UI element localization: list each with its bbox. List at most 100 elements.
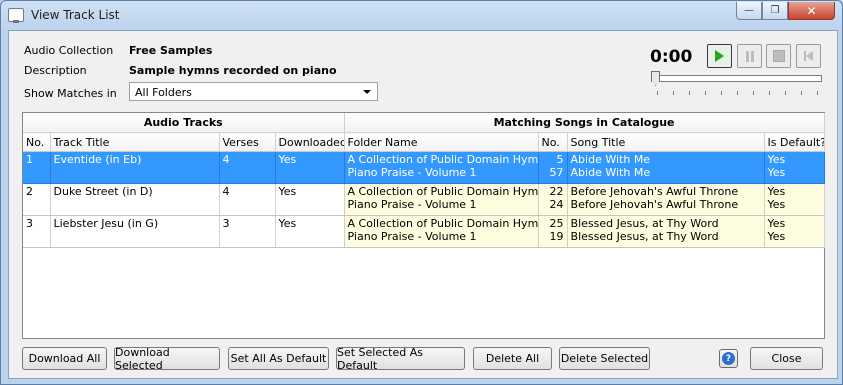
track-title: Liebster Jesu (in G) xyxy=(50,215,220,248)
position-slider-thumb[interactable] xyxy=(651,71,660,86)
song-title: Blessed Jesus, at Thy Word xyxy=(570,230,719,243)
audio-collection-label: Audio Collection xyxy=(24,44,114,57)
chevron-down-icon xyxy=(363,90,371,94)
song-titles: Before Jehovah's Awful Throne Before Jeho… xyxy=(567,183,765,216)
column-header-track-title[interactable]: Track Title xyxy=(50,132,220,152)
slider-ticks xyxy=(657,91,823,95)
app-icon xyxy=(8,8,24,23)
song-title: Before Jehovah's Awful Throne xyxy=(570,185,739,198)
track-downloaded: Yes xyxy=(275,183,345,216)
song-title: Blessed Jesus, at Thy Word xyxy=(570,217,719,230)
track-no: 3 xyxy=(23,215,51,248)
song-no: 57 xyxy=(549,166,564,179)
column-header-is-default[interactable]: Is Default? xyxy=(764,132,825,152)
window: View Track List — ❐ ✕ Audio Collection F… xyxy=(0,0,843,385)
folder-name: A Collection of Public Domain Hymns xyxy=(347,217,539,230)
default-flags: Yes Yes xyxy=(764,215,825,248)
table-row[interactable]: 1 Eventide (in Eb) 4 Yes A Collection of… xyxy=(23,151,825,184)
playback-time: 0:00 xyxy=(650,47,693,67)
download-selected-button[interactable]: Download Selected xyxy=(114,346,220,372)
audio-collection-value: Free Samples xyxy=(129,44,213,57)
help-icon: ? xyxy=(722,352,735,365)
song-title: Before Jehovah's Awful Throne xyxy=(570,198,739,211)
rewind-button[interactable] xyxy=(796,44,821,68)
group-header-audio-tracks: Audio Tracks xyxy=(23,113,345,133)
column-header-song-title[interactable]: Song Title xyxy=(567,132,765,152)
is-default: Yes xyxy=(767,217,786,230)
song-title: Abide With Me xyxy=(570,166,651,179)
set-all-default-button[interactable]: Set All As Default xyxy=(228,347,329,370)
dialog-body: Audio Collection Free Samples Descriptio… xyxy=(8,30,838,379)
track-no: 1 xyxy=(23,151,51,184)
close-button[interactable]: Close xyxy=(750,347,823,370)
folder-name: A Collection of Public Domain Hymns xyxy=(347,185,539,198)
maximize-button[interactable]: ❐ xyxy=(762,2,788,20)
stop-icon xyxy=(772,50,785,62)
track-downloaded: Yes xyxy=(275,215,345,248)
song-title: Abide With Me xyxy=(570,153,651,166)
is-default: Yes xyxy=(767,230,786,243)
position-slider[interactable] xyxy=(654,75,822,82)
play-button[interactable] xyxy=(707,44,732,68)
column-header-folder-name[interactable]: Folder Name xyxy=(344,132,539,152)
show-matches-dropdown[interactable]: All Folders xyxy=(129,82,378,101)
song-numbers: 25 19 xyxy=(538,215,568,248)
restore-icon: ❐ xyxy=(770,5,780,16)
description-value: Sample hymns recorded on piano xyxy=(129,64,337,77)
pause-icon xyxy=(745,50,754,62)
track-list-grid: Audio Tracks Matching Songs in Catalogue… xyxy=(22,112,825,339)
column-header-song-no[interactable]: No. xyxy=(538,132,568,152)
song-no: 22 xyxy=(549,185,564,198)
show-matches-value: All Folders xyxy=(135,86,192,99)
column-header-downloaded[interactable]: Downloaded? xyxy=(275,132,345,152)
table-row[interactable]: 3 Liebster Jesu (in G) 3 Yes A Collectio… xyxy=(23,215,825,248)
close-window-button[interactable]: ✕ xyxy=(788,2,835,20)
window-title: View Track List xyxy=(31,8,120,22)
group-header-matching-songs: Matching Songs in Catalogue xyxy=(344,113,825,133)
delete-selected-button[interactable]: Delete Selected xyxy=(559,347,650,370)
track-downloaded: Yes xyxy=(275,151,345,184)
title-bar[interactable]: View Track List — ❐ ✕ xyxy=(1,1,842,29)
track-verses: 3 xyxy=(219,215,276,248)
help-button[interactable]: ? xyxy=(719,349,738,368)
song-numbers: 5 57 xyxy=(538,151,568,184)
track-title: Duke Street (in D) xyxy=(50,183,220,216)
song-titles: Abide With Me Abide With Me xyxy=(567,151,765,184)
skip-back-icon xyxy=(804,51,813,61)
table-row[interactable]: 2 Duke Street (in D) 4 Yes A Collection … xyxy=(23,183,825,216)
song-no: 25 xyxy=(549,217,564,230)
is-default: Yes xyxy=(767,185,786,198)
is-default: Yes xyxy=(767,166,786,179)
show-matches-label: Show Matches in xyxy=(24,87,117,100)
song-numbers: 22 24 xyxy=(538,183,568,216)
pause-button[interactable] xyxy=(737,44,762,68)
close-icon: ✕ xyxy=(806,3,817,18)
is-default: Yes xyxy=(767,153,786,166)
download-all-button[interactable]: Download All xyxy=(22,347,107,370)
default-flags: Yes Yes xyxy=(764,151,825,184)
column-header-no[interactable]: No. xyxy=(23,132,51,152)
track-verses: 4 xyxy=(219,183,276,216)
folder-names: A Collection of Public Domain Hymns Piano… xyxy=(344,151,539,184)
set-selected-default-button[interactable]: Set Selected As Default xyxy=(336,346,465,372)
play-icon xyxy=(715,50,724,62)
song-no: 19 xyxy=(549,230,564,243)
minimize-icon: — xyxy=(744,5,754,16)
folder-name: Piano Praise - Volume 1 xyxy=(347,230,477,243)
delete-all-button[interactable]: Delete All xyxy=(473,347,552,370)
stop-button[interactable] xyxy=(766,44,791,68)
description-label: Description xyxy=(24,64,87,77)
folder-names: A Collection of Public Domain Hymns Piano… xyxy=(344,215,539,248)
track-title: Eventide (in Eb) xyxy=(50,151,220,184)
minimize-button[interactable]: — xyxy=(736,2,762,20)
song-no: 24 xyxy=(549,198,564,211)
is-default: Yes xyxy=(767,198,786,211)
folder-names: A Collection of Public Domain Hymns Piano… xyxy=(344,183,539,216)
default-flags: Yes Yes xyxy=(764,183,825,216)
folder-name: Piano Praise - Volume 1 xyxy=(347,166,477,179)
track-verses: 4 xyxy=(219,151,276,184)
song-no: 5 xyxy=(556,153,564,166)
column-header-verses[interactable]: Verses xyxy=(219,132,276,152)
folder-name: A Collection of Public Domain Hymns xyxy=(347,153,539,166)
song-titles: Blessed Jesus, at Thy Word Blessed Jesus,… xyxy=(567,215,765,248)
